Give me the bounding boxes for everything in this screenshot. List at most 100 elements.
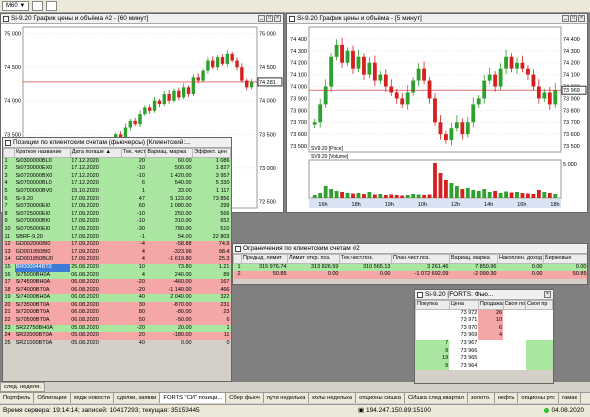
orderbook-buy bbox=[415, 309, 450, 318]
candle-body bbox=[206, 60, 210, 71]
column-header[interactable]: Биржевые bbox=[543, 254, 587, 264]
workspace-tab[interactable]: нефть bbox=[495, 393, 519, 403]
candle-body bbox=[427, 80, 432, 99]
minimize-icon[interactable]: _ bbox=[562, 15, 569, 22]
close-icon[interactable]: × bbox=[578, 15, 585, 22]
workspace-tab[interactable]: СИшка след квартал bbox=[405, 393, 468, 403]
candle-body bbox=[504, 56, 508, 69]
workspace-tab[interactable]: сделки, заявки bbox=[114, 393, 161, 403]
table-row[interactable]: 17 Si74500BH0A 06.08.2020 -20 -460.00 167 bbox=[3, 279, 231, 287]
orderbook-sell bbox=[478, 339, 504, 348]
workspace-tab[interactable]: FORTS "СИ" позици... bbox=[160, 393, 227, 403]
table-row[interactable]: 11 SBRF-9.20 17.09.2020 -1 54.00 22 803 bbox=[3, 233, 231, 242]
table-row[interactable]: 7 Si0730000EI0 17.09.2020 60 1 080.00 299 bbox=[3, 203, 231, 211]
column-header[interactable]: Своя по bbox=[502, 300, 527, 310]
orderbook-row[interactable]: 73 969 4 bbox=[415, 332, 553, 340]
orderbook-row[interactable]: 9 73 966 bbox=[415, 347, 553, 356]
table-row[interactable]: 14 GD001850BU0 17.09.2020 4 -1 619.80 25.3 bbox=[3, 256, 231, 264]
candle-body bbox=[181, 87, 186, 98]
workspace-tab[interactable]: золото. bbox=[468, 393, 495, 403]
table-row[interactable]: 16 Si75000BH0A 06.08.2020 4 240.00 89 bbox=[3, 271, 231, 280]
column-header[interactable]: Эффект. цен bbox=[192, 148, 231, 158]
orderbook-price: 73 964 bbox=[449, 362, 479, 371]
maximize-icon[interactable]: □ bbox=[570, 15, 577, 22]
table-row[interactable]: 18 Si74000BT0A 06.08.2020 -20 -1 140.00 466 bbox=[3, 286, 231, 295]
orderbook-row[interactable]: 73 971 10 bbox=[415, 317, 553, 325]
column-header[interactable]: Дата погаше ▲ bbox=[69, 148, 122, 158]
window-titlebar[interactable]: Si-9.20 График цены и объёма #2 - [60 ми… bbox=[1, 14, 283, 24]
table-row[interactable]: 24 SR22000BT0A 05.08.2020 20 -180.00 11 bbox=[3, 332, 231, 340]
column-header[interactable]: Тек. чист bbox=[120, 148, 147, 158]
table-row[interactable]: 2 Si0730000EX0 17.12.2020 -10 500.00 1 827 bbox=[3, 165, 231, 173]
window-titlebar[interactable]: Позиции по клиентским счетам (фьючерсы) … bbox=[3, 138, 231, 148]
column-header[interactable] bbox=[233, 254, 242, 264]
column-header[interactable]: Предыд. лимит bbox=[241, 254, 288, 264]
workspace-tab[interactable]: Портфель bbox=[0, 393, 35, 403]
toolbar-button-1[interactable] bbox=[32, 1, 44, 11]
table-row[interactable]: 5 Si0700000BV0 15.10.2020 1 33.00 1 117 bbox=[3, 187, 231, 196]
orderbook-row[interactable]: 19 73 965 bbox=[415, 355, 553, 363]
table-row[interactable]: 21 Si72000BT0A 06.08.2020 80 -80.00 23 bbox=[3, 309, 231, 318]
table-row[interactable]: 6 Si-9.20 17.09.2020 47 5 123.00 73 856 bbox=[3, 195, 231, 204]
workspace-tab[interactable]: Облигации bbox=[34, 393, 71, 403]
column-header[interactable]: План.чист.поз. bbox=[391, 254, 450, 264]
price-chart-5min[interactable]: 74 400 74 400 74 300 74 300 74 200 74 200 74 1… bbox=[287, 24, 587, 212]
workspace-tab[interactable]: опционы сишка bbox=[356, 393, 405, 403]
close-icon[interactable]: × bbox=[544, 291, 551, 298]
orderbook-window[interactable]: Si-9.20 [FORTS: Фью... × Покупка Цена Прод… bbox=[414, 289, 554, 384]
tab-next-week[interactable]: след. неделя. bbox=[0, 382, 45, 392]
table-row[interactable]: 15 BR000044BT0 25.08.2020 10 73.80 1.21 bbox=[3, 263, 231, 272]
table-row[interactable]: 8 Si0725000EI0 17.09.2020 -10 250.00 566 bbox=[3, 210, 231, 219]
table-row[interactable]: 1 Si0300000BL0 17.12.2020 20 60.00 1 086 bbox=[3, 157, 231, 166]
interval-select[interactable]: M60 ▼ bbox=[2, 1, 30, 11]
column-header[interactable]: Краткое название bbox=[14, 148, 71, 158]
column-header[interactable]: Вариац. маржа bbox=[449, 254, 498, 264]
table-row[interactable]: 2 50.85 0.00 0.00 -1 072 692.09 -2 099.30 0.00… bbox=[233, 271, 587, 279]
orderbook-row[interactable]: 9 73 964 bbox=[415, 362, 553, 371]
workspace-tab[interactable]: хедж новости bbox=[71, 393, 114, 403]
table-row[interactable]: 23 SR22750BH0A 05.08.2020 -20 20.00 1 bbox=[3, 324, 231, 333]
minimize-icon[interactable]: _ bbox=[258, 15, 265, 22]
workspace-tab[interactable]: опционы ртс bbox=[518, 393, 560, 403]
workspace-tab[interactable]: гамак bbox=[559, 393, 582, 403]
table-row[interactable]: 13 GD001950BI0 17.09.2020 4 -323.96 98.4 bbox=[3, 248, 231, 257]
maximize-icon[interactable]: □ bbox=[266, 15, 273, 22]
table-row[interactable]: 9 Si0700000BI0 17.09.2020 -10 310.00 652 bbox=[3, 218, 231, 226]
column-header[interactable]: Своя пр bbox=[525, 300, 553, 310]
window-titlebar[interactable]: Si-9.20 График цены и объёма - [5 минут]… bbox=[287, 14, 587, 24]
column-header[interactable]: Вариац. маржа bbox=[145, 148, 194, 158]
workspace-tab[interactable]: Сбер фьюч bbox=[226, 393, 264, 403]
close-icon[interactable]: × bbox=[274, 15, 281, 22]
table-row[interactable]: 4 Si0700000BL0 17.12.2020 6 540.00 5 330 bbox=[3, 180, 231, 188]
limits-window[interactable]: Ограничения по клиентским счетам #2 Пред… bbox=[232, 243, 588, 285]
workspace-tab[interactable]: пути неделька bbox=[264, 393, 310, 403]
orderbook-row[interactable]: 73 972 26 bbox=[415, 309, 553, 318]
volume-bar bbox=[362, 194, 366, 198]
table-row[interactable]: 1 315 976.74 313 826.59 310 565.13 3 261.46 7… bbox=[233, 263, 587, 272]
table-row[interactable]: 3 Si0720000BX0 17.12.2020 -10 1 420.00 3 957 bbox=[3, 172, 231, 181]
table-row[interactable]: 20 Si73500BT0A 06.08.2020 30 -870.00 231 bbox=[3, 301, 231, 310]
candle-body bbox=[465, 122, 470, 135]
chart-window-5min[interactable]: Si-9.20 График цены и объёма - [5 минут]… bbox=[286, 13, 588, 213]
plot-area bbox=[308, 26, 562, 153]
column-header[interactable]: Лимит откр. поз. bbox=[287, 254, 340, 264]
table-row[interactable]: 19 Si74000BH0A 06.08.2020 40 2 040.00 322 bbox=[3, 294, 231, 302]
table-row[interactable]: 22 Si70500BT0A 06.08.2020 50 -50.00 6 bbox=[3, 317, 231, 325]
table-row[interactable]: 10 Si0705000EI0 17.09.2020 -30 780.00 510 bbox=[3, 225, 231, 234]
workspace-tab[interactable]: колы неделька bbox=[309, 393, 357, 403]
orderbook-row[interactable]: 73 970 6 bbox=[415, 324, 553, 333]
table-row[interactable]: 25 SR21000BT0A 05.08.2020 40 0.00 0 bbox=[4, 340, 231, 348]
table-row[interactable]: 12 GD002000BI0 17.09.2020 -4 -58.88 74.9 bbox=[3, 241, 231, 249]
column-header[interactable]: Тек.чист.поз. bbox=[339, 254, 392, 264]
orderbook-row[interactable]: 7 73 967 bbox=[415, 339, 553, 348]
column-header[interactable]: Покупка bbox=[415, 300, 450, 310]
column-header[interactable] bbox=[3, 148, 16, 158]
column-header[interactable]: Накоплен. доход bbox=[497, 254, 544, 264]
positions-window[interactable]: Позиции по клиентским счетам (фьючерсы) … bbox=[2, 137, 232, 382]
toolbar-button-2[interactable] bbox=[46, 1, 58, 11]
window-titlebar[interactable]: Ограничения по клиентским счетам #2 bbox=[233, 244, 587, 254]
column-header[interactable]: Продажа bbox=[477, 300, 504, 310]
table-cell: 30 bbox=[121, 301, 146, 310]
column-header[interactable]: Цена bbox=[448, 300, 479, 310]
window-titlebar[interactable]: Si-9.20 [FORTS: Фью... × bbox=[415, 290, 553, 300]
